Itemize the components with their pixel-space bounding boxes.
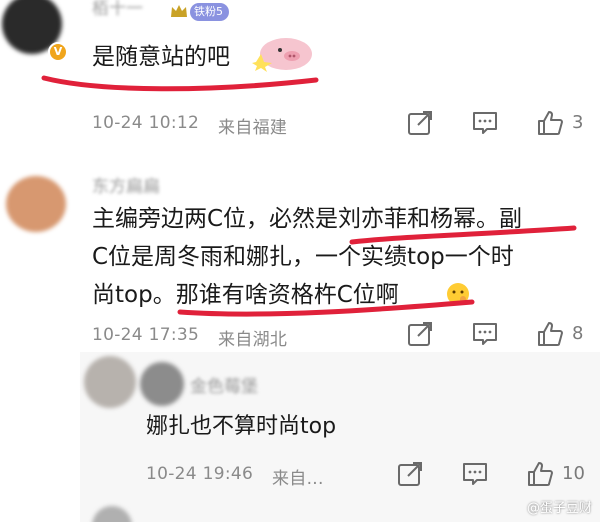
username-blurred[interactable]: 栢十一 (92, 0, 143, 19)
comment-icon[interactable] (471, 109, 499, 137)
comment-location: 来自福建 (218, 118, 288, 138)
share-icon[interactable] (406, 320, 434, 348)
like-icon[interactable] (536, 320, 564, 348)
reply-time: 10-24 19:46 (146, 464, 254, 484)
watermark: @蛋子豆财 (526, 501, 592, 516)
like-count: 8 (572, 323, 584, 344)
comment-text-line1: 主编旁边两C位，必然是刘亦菲和杨幂。副 (92, 206, 523, 232)
comment-time: 10-24 17:35 (92, 325, 200, 345)
like-count: 10 (562, 463, 585, 484)
reply-text: 娜扎也不算时尚top (146, 414, 337, 439)
pig-sticker-icon (252, 38, 312, 72)
avatar[interactable] (6, 176, 66, 232)
crown-icon (171, 5, 187, 17)
comment-text-line3: 尚top。那谁有啥资格杵C位啊 (92, 282, 399, 308)
reply-location: 来自... (272, 469, 324, 489)
avatar[interactable] (140, 362, 184, 406)
comment-location: 来自湖北 (218, 330, 288, 350)
share-icon[interactable] (396, 460, 424, 488)
comment-time: 10-24 10:12 (92, 113, 200, 133)
share-icon[interactable] (406, 109, 434, 137)
comment-icon[interactable] (471, 320, 499, 348)
verified-v-icon: V (48, 42, 68, 62)
fan-badge: 铁粉5 (190, 3, 229, 21)
like-count: 3 (572, 112, 584, 133)
like-icon[interactable] (536, 109, 564, 137)
avatar[interactable] (84, 356, 136, 408)
comment-icon[interactable] (461, 460, 489, 488)
emoji-shh-icon (447, 283, 469, 305)
username-blurred[interactable]: 东方扁扁 (92, 172, 160, 197)
comment-text: 是随意站的吧 (92, 44, 230, 70)
username-blurred[interactable]: 金色莓堡 (190, 372, 258, 397)
comment-text-line2: C位是周冬雨和娜扎，一个实绩top一个时 (92, 244, 514, 270)
like-icon[interactable] (526, 460, 554, 488)
